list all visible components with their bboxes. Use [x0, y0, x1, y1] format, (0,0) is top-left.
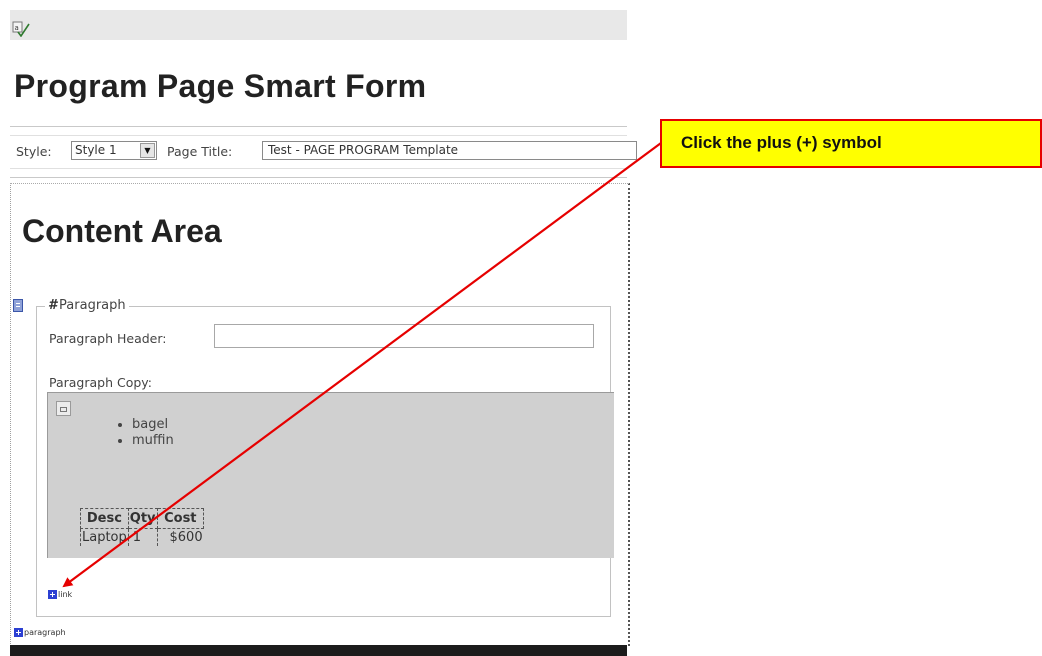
paragraph-legend-label: Paragraph	[59, 298, 126, 313]
add-paragraph-label[interactable]: paragraph	[24, 628, 66, 637]
image-placeholder-icon[interactable]	[56, 401, 71, 416]
style-select-value: Style 1	[75, 143, 117, 157]
content-area-title: Content Area	[22, 213, 222, 249]
table-cell: Laptop	[80, 528, 129, 546]
instruction-callout-text: Click the plus (+) symbol	[681, 133, 882, 152]
style-select[interactable]: Style 1 ▼	[71, 141, 157, 160]
table-header-row: Desc Qty Cost	[80, 508, 205, 529]
add-link-label[interactable]: link	[58, 590, 72, 599]
editor-toolbar: a	[10, 10, 627, 40]
page-title-label: Page Title:	[167, 144, 233, 159]
table-cell: 1	[127, 528, 158, 546]
paragraph-header-label: Paragraph Header:	[49, 331, 167, 346]
page-title-input[interactable]: Test - PAGE PROGRAM Template	[262, 141, 637, 160]
add-paragraph-plus-icon[interactable]	[14, 628, 23, 637]
bottom-bar	[10, 645, 627, 656]
paragraph-header-input[interactable]	[214, 324, 594, 348]
form-title: Program Page Smart Form	[14, 68, 427, 104]
table-header-cell: Cost	[156, 508, 205, 529]
style-row: Style: Style 1 ▼ Page Title: Test - PAGE…	[10, 126, 637, 178]
spellcheck-icon[interactable]: a	[12, 21, 30, 37]
content-table: Desc Qty Cost Laptop 1 $600	[80, 508, 205, 546]
style-label: Style:	[16, 144, 52, 159]
list-item: bagel	[132, 417, 174, 433]
svg-text:a: a	[15, 24, 19, 32]
table-header-cell: Qty	[127, 508, 158, 529]
add-link-plus-icon[interactable]	[48, 590, 57, 599]
table-row: Laptop 1 $600	[80, 528, 204, 546]
group-menu-icon[interactable]	[13, 299, 23, 312]
bullet-list: bagel muffin	[113, 417, 174, 449]
table-cell: $600	[156, 528, 204, 546]
table-header-cell: Desc	[80, 508, 129, 529]
dropdown-arrow-icon[interactable]: ▼	[140, 143, 155, 158]
paragraph-legend: # Paragraph	[45, 298, 129, 313]
paragraph-copy-label: Paragraph Copy:	[49, 375, 153, 390]
paragraph-hash-icon: #	[48, 298, 58, 313]
list-item: muffin	[132, 433, 174, 449]
